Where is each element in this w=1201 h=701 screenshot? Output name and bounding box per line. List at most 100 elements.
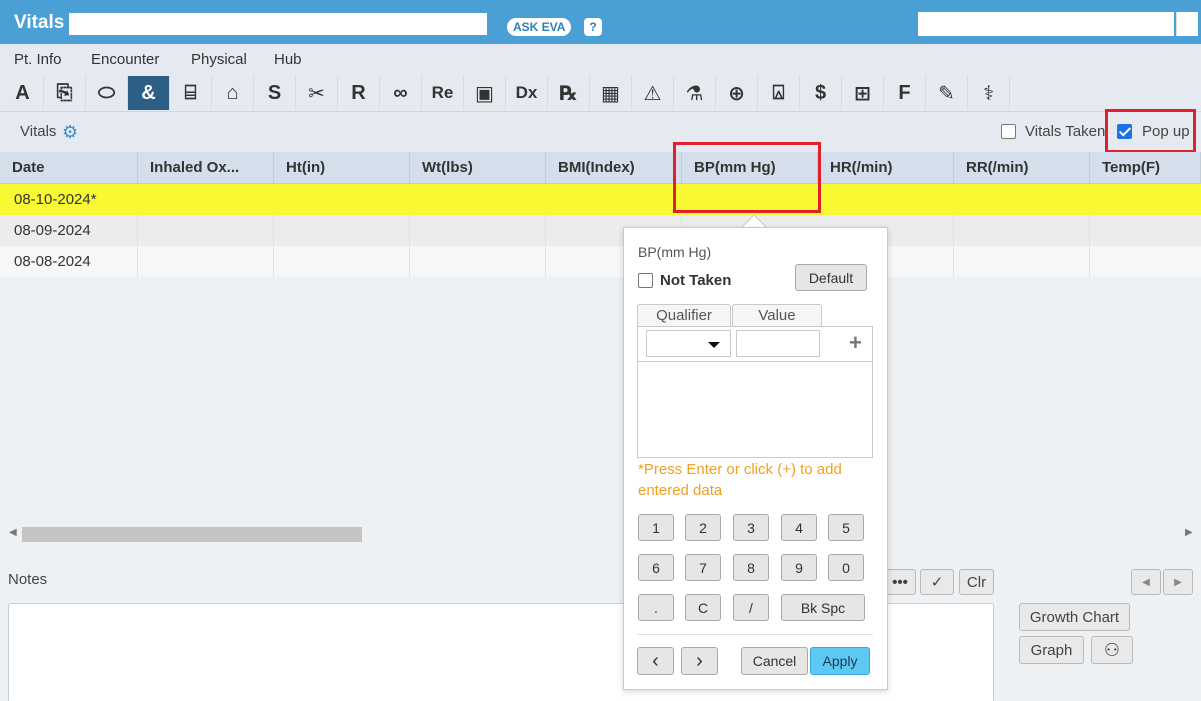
table-cell [954,215,1090,246]
diagnosis-icon[interactable]: Dx [506,76,548,110]
scroll-right-icon[interactable]: ▶ [1185,527,1193,538]
key-2[interactable]: 2 [685,514,721,541]
popup-divider [637,634,873,635]
documents-icon[interactable]: ⎘ [44,76,86,110]
column-header-temp[interactable]: Temp(F) [1090,152,1201,184]
lab-icon[interactable]: ⚗ [674,76,716,110]
key-slash[interactable]: / [733,594,769,621]
column-header-inhaled-ox[interactable]: Inhaled Ox... [138,152,274,184]
next-icon[interactable]: › [681,647,718,675]
key-clear[interactable]: C [685,594,721,621]
edit-icon[interactable]: ✎ [926,76,968,110]
key-decimal[interactable]: . [638,594,674,621]
allergy-icon[interactable]: A [2,76,44,110]
table-row[interactable]: 08-08-2024 [0,246,1201,277]
review-icon[interactable]: R [338,76,380,110]
key-4[interactable]: 4 [781,514,817,541]
pill-icon[interactable]: ⬭ [86,76,128,110]
table-empty-area [0,278,1201,524]
clear-button[interactable]: Clr [959,569,994,595]
table-cell [818,184,954,215]
key-9[interactable]: 9 [781,554,817,581]
page-next-icon[interactable]: ▶ [1163,569,1193,595]
table-cell [410,215,546,246]
ask-eva-button[interactable]: ASK EVA [507,18,572,36]
key-0[interactable]: 0 [828,554,864,581]
tab-qualifier[interactable]: Qualifier [637,304,731,326]
horizontal-scrollbar[interactable]: ◀ ▶ [0,524,1201,544]
gear-icon[interactable]: ⚙ [62,123,80,141]
key-8[interactable]: 8 [733,554,769,581]
alert-clipboard-icon[interactable]: ⚠ [632,76,674,110]
column-header-rr[interactable]: RR(/min) [954,152,1090,184]
results-icon[interactable]: Re [422,76,464,110]
cancel-button[interactable]: Cancel [741,647,808,675]
table-cell [410,184,546,215]
procedures-icon[interactable]: ⊕ [716,76,758,110]
window-title: Vitals [14,12,65,33]
flowsheet-icon[interactable]: F [884,76,926,110]
backspace-button[interactable]: Bk Spc [781,594,865,621]
qualifier-select[interactable] [646,330,731,357]
help-button[interactable]: ? [584,18,602,36]
family-icon[interactable]: ⌂ [212,76,254,110]
patient-name-field [69,13,487,35]
vitals-taken-checkbox[interactable] [1001,124,1016,139]
group-icon[interactable]: ⚇ [1091,636,1133,664]
table-cell [138,184,274,215]
table-cell [138,246,274,277]
not-taken-checkbox[interactable] [638,273,653,288]
menu-encounter[interactable]: Encounter [91,51,159,68]
stethoscope-icon[interactable]: & [128,76,170,110]
previous-icon[interactable]: ‹ [637,647,674,675]
table-row[interactable]: 08-10-2024* [0,184,1201,215]
equipment-icon[interactable]: ⚕ [968,76,1010,110]
eyeglasses-icon[interactable]: ∞ [380,76,422,110]
key-5[interactable]: 5 [828,514,864,541]
table-cell-date: 08-10-2024* [0,184,138,215]
spellcheck-icon[interactable]: ✓ [920,569,954,595]
table-header: Date Inhaled Ox... Ht(in) Wt(lbs) BMI(In… [0,152,1201,184]
scroll-left-icon[interactable]: ◀ [9,527,17,538]
highlight-box-popup [1105,109,1196,153]
monitor-icon[interactable]: ⌸ [170,76,212,110]
column-header-hr[interactable]: HR(/min) [818,152,954,184]
key-7[interactable]: 7 [685,554,721,581]
more-options-button[interactable]: ••• [884,569,916,595]
bell-icon[interactable]: ⍓ [758,76,800,110]
table-cell-date: 08-08-2024 [0,246,138,277]
social-history-icon[interactable]: S [254,76,296,110]
popup-title: BP(mm Hg) [638,244,712,260]
menu-pt-info[interactable]: Pt. Info [14,51,62,68]
value-input[interactable] [736,330,820,357]
forms-icon[interactable]: ⊞ [842,76,884,110]
table-row[interactable]: 08-09-2024 [0,215,1201,246]
prescription-icon[interactable]: ℞ [548,76,590,110]
chevron-down-icon [708,342,720,348]
column-header-bmi[interactable]: BMI(Index) [546,152,682,184]
column-header-ht[interactable]: Ht(in) [274,152,410,184]
billing-icon[interactable]: $ [800,76,842,110]
list-divider [638,361,872,362]
section-title: Vitals [20,123,57,140]
plus-icon[interactable]: + [849,330,862,356]
graph-button[interactable]: Graph [1019,636,1084,664]
scrollbar-thumb[interactable] [22,527,362,542]
column-header-date[interactable]: Date [0,152,138,184]
jar-icon[interactable]: ▣ [464,76,506,110]
grid-icon[interactable]: ▦ [590,76,632,110]
key-6[interactable]: 6 [638,554,674,581]
page-prev-icon[interactable]: ◀ [1131,569,1161,595]
menu-physical[interactable]: Physical [191,51,247,68]
growth-chart-button[interactable]: Growth Chart [1019,603,1130,631]
column-header-wt[interactable]: Wt(lbs) [410,152,546,184]
title-bar: Vitals ASK EVA ? [0,0,1201,44]
menu-hub[interactable]: Hub [274,51,302,68]
table-cell [954,184,1090,215]
default-button[interactable]: Default [795,264,867,291]
tab-value[interactable]: Value [732,304,822,326]
surgery-icon[interactable]: ✂ [296,76,338,110]
key-1[interactable]: 1 [638,514,674,541]
apply-button[interactable]: Apply [810,647,870,675]
key-3[interactable]: 3 [733,514,769,541]
